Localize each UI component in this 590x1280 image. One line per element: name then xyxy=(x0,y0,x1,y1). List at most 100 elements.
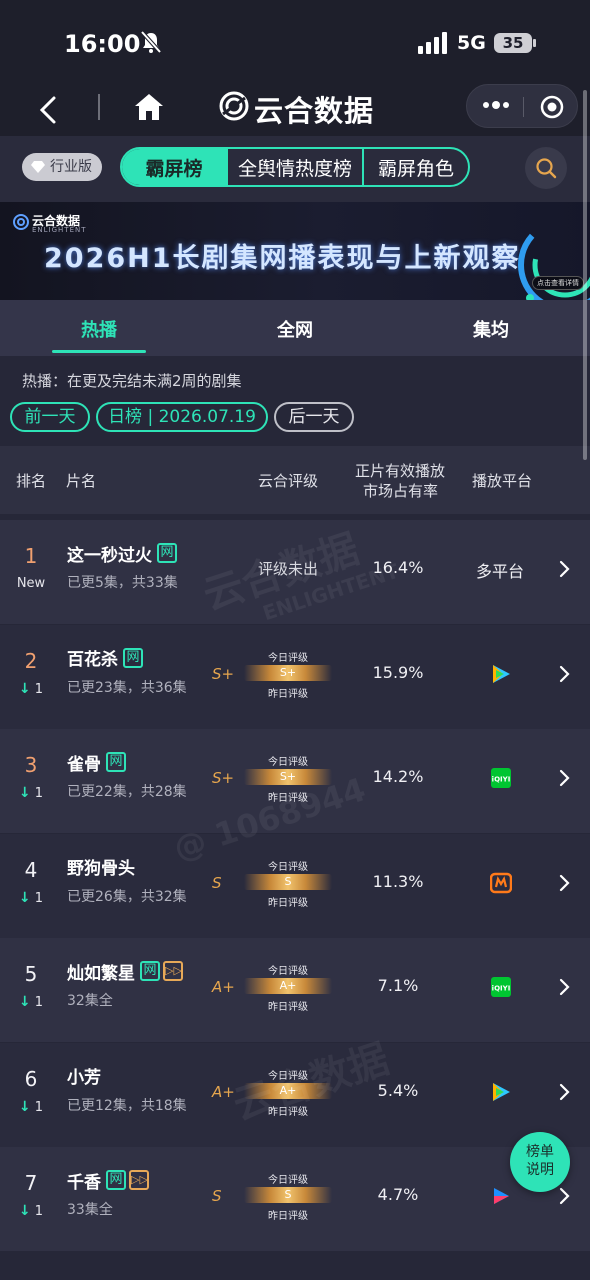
iqiyi-icon: iQIYI xyxy=(490,767,512,789)
row-rank-change: ↓ 1 xyxy=(14,994,48,1010)
tab-sentiment-heat[interactable]: 全舆情热度榜 xyxy=(228,149,364,185)
ranking-explanation-button[interactable]: 榜单 说明 xyxy=(510,1132,570,1192)
rank-down-arrow-icon: ↓ xyxy=(18,1098,31,1115)
grade-yesterday-label: 昨日评级 xyxy=(268,897,308,909)
row-title: 这一秒过火 xyxy=(67,545,152,566)
network-type: 5G xyxy=(457,32,486,54)
row-title-line: 雀骨网 xyxy=(67,751,126,775)
row-rank: 1 xyxy=(24,544,38,568)
tencent-video-icon xyxy=(490,663,512,685)
rank-down-arrow-icon: ↓ xyxy=(18,785,31,801)
youku-icon xyxy=(490,1185,512,1207)
table-row[interactable]: 3 ↓ 1 雀骨网已更22集，共28集 S+ 今日评级 S+ 昨日评级 14.2% iQIYI xyxy=(0,729,590,833)
grade-today-label: 今日评级 xyxy=(268,861,308,873)
iqiyi-icon: iQIYI xyxy=(490,976,512,998)
row-rank-change-value: 1 xyxy=(34,890,44,906)
table-row[interactable]: 5 ↓ 1 灿如繁星网 ▷▷ 32集全 A+ 今日评级 A+ 昨日评级 7.1% iQIYI xyxy=(0,938,590,1042)
web-drama-tag: 网 xyxy=(106,752,126,772)
chevron-right-icon[interactable] xyxy=(558,769,570,787)
table-row[interactable]: 6 ↓ 1 小芳 已更12集，共18集 A+ 今日评级 A+ 昨日评级 5.4% xyxy=(0,1042,590,1147)
fast-forward-tag-icon: ▷▷ xyxy=(129,1170,149,1190)
active-tab-indicator xyxy=(52,350,146,353)
tab-dominant-roles[interactable]: 霸屏角色 xyxy=(364,149,468,185)
tab-hot-play[interactable]: 热播 xyxy=(39,316,159,342)
chevron-right-icon[interactable] xyxy=(558,978,570,996)
grade-yesterday-label: 昨日评级 xyxy=(268,688,308,700)
chevron-right-icon[interactable] xyxy=(558,1187,570,1205)
signal-icon xyxy=(418,32,447,54)
row-title: 灿如繁星 xyxy=(67,963,135,984)
row-market-share: 11.3% xyxy=(372,871,424,891)
industry-edition-label: 行业版 xyxy=(50,159,92,175)
back-icon[interactable] xyxy=(34,90,66,130)
close-miniapp-icon[interactable] xyxy=(539,94,565,120)
banner-detail-button[interactable]: 点击查看详情 xyxy=(532,276,584,290)
web-drama-tag: 网 xyxy=(140,961,160,981)
grade-today-label: 今日评级 xyxy=(268,1070,308,1082)
more-icon[interactable] xyxy=(481,95,511,115)
row-title-line: 百花杀网 xyxy=(67,647,143,670)
header-share-line2: 市场占有率 xyxy=(363,482,439,500)
current-date-selector[interactable]: 日榜 | 2026.07.19 xyxy=(96,402,268,432)
industry-edition-badge[interactable]: 行业版 xyxy=(22,153,102,181)
explanation-line1: 榜单 xyxy=(526,1144,554,1160)
chevron-right-icon[interactable] xyxy=(558,560,570,578)
row-title-line: 灿如繁星网 ▷▷ xyxy=(67,960,183,984)
row-title-line: 小芳 xyxy=(67,1065,103,1088)
chevron-right-icon[interactable] xyxy=(558,874,570,892)
table-row[interactable]: 7 ↓ 1 千香网 ▷▷ 33集全 S 今日评级 S 昨日评级 4.7% xyxy=(0,1147,590,1251)
explanation-line2: 说明 xyxy=(526,1162,554,1178)
grade-today-bar: S xyxy=(244,873,332,890)
yunhe-logo-icon xyxy=(219,91,249,121)
banner-logo-icon xyxy=(13,214,29,230)
svg-text:iQIYI: iQIYI xyxy=(492,776,511,784)
chevron-right-icon[interactable] xyxy=(558,1083,570,1101)
home-icon[interactable] xyxy=(132,90,166,124)
web-drama-tag: 网 xyxy=(123,647,143,668)
row-rank: 7 xyxy=(24,1171,38,1195)
table-row[interactable]: 2 ↓ 1 百花杀网已更23集，共36集 S+ 今日评级 S+ 昨日评级 15.9% xyxy=(0,624,590,729)
app-title: 云合数据 xyxy=(254,94,375,128)
tencent-video-icon xyxy=(490,1081,512,1103)
row-rank-change: ↓ 1 xyxy=(14,890,48,906)
grade-yesterday-label: 昨日评级 xyxy=(268,1106,308,1118)
row-market-share: 4.7% xyxy=(377,1185,419,1204)
grade-today-label: 今日评级 xyxy=(268,1175,308,1186)
tab-per-episode[interactable]: 集均 xyxy=(431,316,551,342)
row-grade: S xyxy=(212,1187,222,1205)
search-icon xyxy=(536,158,557,179)
header-title: 片名 xyxy=(66,472,97,490)
rank-down-arrow-icon: ↓ xyxy=(18,889,31,906)
search-button[interactable] xyxy=(525,147,567,189)
row-rank-change-value: 1 xyxy=(34,1099,44,1115)
row-title-line: 千香网 ▷▷ xyxy=(67,1169,149,1193)
table-row[interactable]: 4 ↓ 1 野狗骨头 已更26集，共32集 S 今日评级 S 昨日评级 11.3% xyxy=(0,833,590,938)
header-rank: 排名 xyxy=(16,472,47,490)
row-rank-change: ↓ 1 xyxy=(14,681,48,697)
banner-brand-en: ENLIGHTENT xyxy=(32,226,87,234)
table-row[interactable]: 1 New 这一秒过火网已更5集，共33集 评级未出 16.4% 多平台 xyxy=(0,520,590,624)
rank-down-arrow-icon: ↓ xyxy=(18,1203,31,1219)
promo-banner[interactable]: 云合数据 ENLIGHTENT 2026H1长剧集网播表现与上新观察 点击查看详… xyxy=(0,202,590,300)
header-platform: 播放平台 xyxy=(472,472,533,490)
row-episodes: 已更22集，共28集 xyxy=(67,784,187,800)
scrollbar[interactable] xyxy=(583,90,587,460)
svg-text:iQIYI: iQIYI xyxy=(492,985,511,993)
grade-today-bar: S xyxy=(244,1187,332,1203)
row-grade: A+ xyxy=(212,978,235,996)
row-market-share: 7.1% xyxy=(377,976,419,995)
next-day-button[interactable]: 后一天 xyxy=(274,402,354,432)
previous-day-button[interactable]: 前一天 xyxy=(10,402,90,432)
row-market-share: 15.9% xyxy=(372,662,424,682)
tab-all-network[interactable]: 全网 xyxy=(235,316,355,342)
row-rank-change-value: 1 xyxy=(34,681,44,697)
row-title-line: 这一秒过火网 xyxy=(67,542,177,566)
mute-bell-icon xyxy=(140,30,162,54)
row-grade-pending: 评级未出 xyxy=(258,560,319,578)
tab-screen-dominance[interactable]: 霸屏榜 xyxy=(122,149,228,185)
nav-bar: 云合数据 xyxy=(0,84,590,136)
row-grade: S xyxy=(212,873,222,892)
rank-down-arrow-icon: ↓ xyxy=(18,994,31,1010)
chevron-right-icon[interactable] xyxy=(558,665,570,683)
grade-today-label: 今日评级 xyxy=(268,652,308,664)
